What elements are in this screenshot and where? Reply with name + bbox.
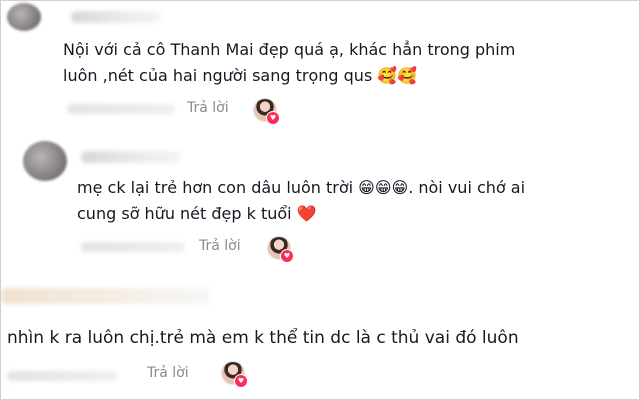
- creator-liked-avatar: ♥: [267, 236, 294, 263]
- creator-liked-avatar: ♥: [253, 98, 280, 125]
- reply-button[interactable]: Trả lời: [199, 238, 241, 254]
- heart-icon: ♥: [280, 249, 294, 263]
- comment-timestamp: [7, 371, 117, 381]
- reply-button[interactable]: Trả lời: [187, 100, 229, 116]
- commenter-avatar[interactable]: [7, 3, 41, 31]
- heart-icon: ♥: [266, 111, 280, 125]
- comment-text-line: mẹ ck lại trẻ hơn con dâu luôn trời 😁😁😁.…: [77, 178, 526, 197]
- comment-text-line: Nội với cả cô Thanh Mai đẹp quá ạ, khác …: [63, 40, 516, 59]
- reply-button[interactable]: Trả lời: [147, 365, 189, 381]
- commenter-name[interactable]: [1, 288, 211, 304]
- comment-text-line: nhìn k ra luôn chị.trẻ mà em k thể tin d…: [7, 328, 519, 348]
- commenter-avatar[interactable]: [23, 141, 67, 181]
- comment-text-line: luôn ,nét của hai người sang trọng qus 🥰…: [63, 66, 418, 85]
- commenter-name[interactable]: [71, 11, 161, 23]
- creator-liked-avatar: ♥: [221, 361, 248, 388]
- commenter-name[interactable]: [81, 151, 181, 163]
- comment-timestamp: [67, 104, 175, 114]
- comment-timestamp: [81, 242, 185, 252]
- comment-text-line: cung sỡ hữu nét đẹp k tuổi ❤️: [77, 204, 317, 223]
- heart-icon: ♥: [234, 374, 248, 388]
- comment-list: Nội với cả cô Thanh Mai đẹp quá ạ, khác …: [0, 0, 640, 400]
